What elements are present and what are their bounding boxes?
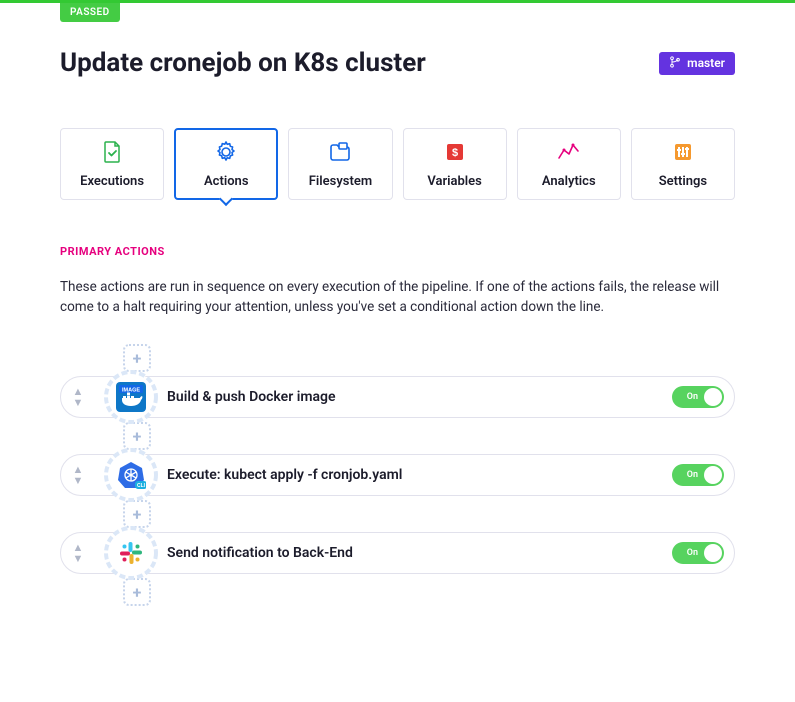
toggle-label: On xyxy=(687,392,698,402)
actions-list: + IMAGE xyxy=(60,342,735,608)
drag-handle-icon[interactable]: ▲▼ xyxy=(69,386,87,408)
branch-icon xyxy=(669,56,681,71)
svg-text:CLI: CLI xyxy=(137,483,146,489)
docker-icon: IMAGE xyxy=(116,382,146,412)
toggle-label: On xyxy=(687,548,698,558)
action-toggle[interactable]: On xyxy=(672,464,724,486)
settings-icon xyxy=(673,140,693,164)
action-row[interactable]: ▲▼ Send notification to Back-End On xyxy=(60,532,735,574)
tab-label: Settings xyxy=(659,174,707,189)
toggle-knob xyxy=(704,466,722,484)
svg-text:$: $ xyxy=(452,147,458,159)
action-row[interactable]: CLI ▲▼ Execute: kubect apply -f cronjob.… xyxy=(60,454,735,496)
toggle-label: On xyxy=(687,470,698,480)
add-action-button[interactable]: + xyxy=(123,422,151,450)
tab-filesystem[interactable]: Filesystem xyxy=(288,128,392,200)
executions-icon xyxy=(102,140,122,164)
action-row[interactable]: IMAGE ▲▼ Build & push Docker image On xyxy=(60,376,735,418)
slack-icon xyxy=(116,538,146,568)
tab-analytics[interactable]: Analytics xyxy=(517,128,621,200)
branch-badge[interactable]: master xyxy=(659,52,735,75)
add-action-button[interactable]: + xyxy=(123,500,151,528)
section-title: PRIMARY ACTIONS xyxy=(60,245,735,258)
tab-label: Filesystem xyxy=(309,174,372,189)
action-label: Build & push Docker image xyxy=(167,389,660,405)
add-action-button[interactable]: + xyxy=(123,578,151,606)
variables-icon: $ xyxy=(445,140,465,164)
action-label: Execute: kubect apply -f cronjob.yaml xyxy=(167,467,660,483)
toggle-knob xyxy=(704,388,722,406)
header-row: Update cronejob on K8s cluster master xyxy=(60,48,735,78)
action-gear-badge: CLI xyxy=(103,447,159,503)
action-gear-badge xyxy=(103,525,159,581)
section-description: These actions are run in sequence on eve… xyxy=(60,278,735,317)
action-label: Send notification to Back-End xyxy=(167,545,660,561)
analytics-icon xyxy=(557,140,581,164)
tab-label: Variables xyxy=(427,174,482,189)
status-badge: PASSED xyxy=(60,3,120,22)
branch-label: master xyxy=(687,56,725,70)
tab-executions[interactable]: Executions xyxy=(60,128,164,200)
drag-handle-icon[interactable]: ▲▼ xyxy=(69,542,87,564)
filesystem-icon xyxy=(328,140,352,164)
kubernetes-icon: CLI xyxy=(116,460,146,490)
action-toggle[interactable]: On xyxy=(672,542,724,564)
tab-label: Analytics xyxy=(542,174,596,189)
drag-handle-icon[interactable]: ▲▼ xyxy=(69,464,87,486)
tab-variables[interactable]: $ Variables xyxy=(403,128,507,200)
page-title: Update cronejob on K8s cluster xyxy=(60,48,426,78)
tab-actions[interactable]: Actions xyxy=(174,128,278,200)
tab-settings[interactable]: Settings xyxy=(631,128,735,200)
svg-text:IMAGE: IMAGE xyxy=(122,388,140,394)
tab-label: Executions xyxy=(80,174,144,189)
toggle-knob xyxy=(704,544,722,562)
action-gear-badge: IMAGE xyxy=(103,369,159,425)
add-action-button[interactable]: + xyxy=(123,344,151,372)
tabs: Executions Actions Filesystem xyxy=(60,128,735,200)
tab-label: Actions xyxy=(204,174,249,189)
action-toggle[interactable]: On xyxy=(672,386,724,408)
actions-icon xyxy=(214,140,238,164)
